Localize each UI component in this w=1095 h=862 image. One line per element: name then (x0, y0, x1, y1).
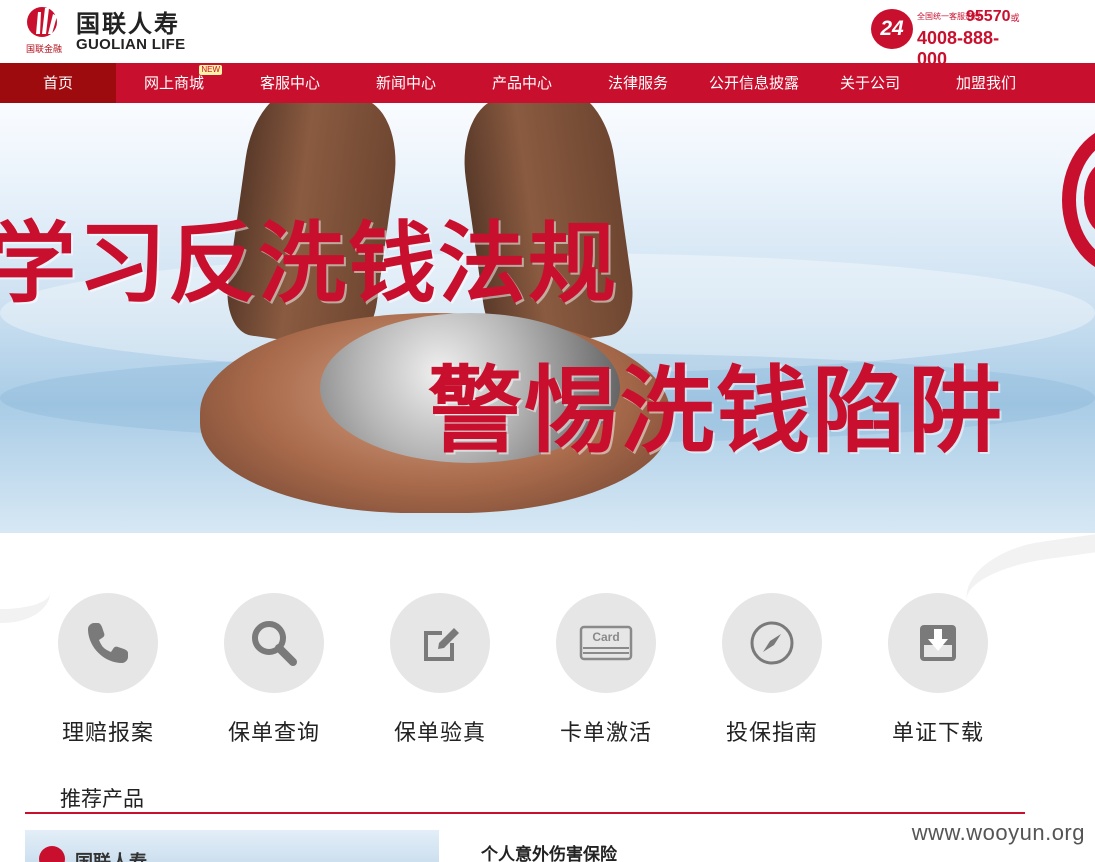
svg-text:Card: Card (592, 630, 619, 644)
banner-subheadline: 警惕洗钱陷阱 (428, 357, 1005, 466)
nav-item-news[interactable]: 新闻中心 (348, 63, 464, 103)
product-thumbnail[interactable]: 国联人寿 (25, 830, 439, 862)
service-label: 理赔报案 (61, 721, 154, 746)
nav-item-customer-service[interactable]: 客服中心 (232, 63, 348, 103)
nav-item-products[interactable]: 产品中心 (464, 63, 580, 103)
nav-item-online-mall[interactable]: 网上商城 NEW (116, 63, 232, 103)
product-name-link[interactable]: 个人意外伤害保险 (481, 840, 617, 862)
logo-mark-icon (27, 7, 57, 37)
nav-item-about[interactable]: 关于公司 (812, 63, 928, 103)
service-policy-verify[interactable]: 保单验真 (375, 593, 505, 747)
nav-item-legal[interactable]: 法律服务 (580, 63, 696, 103)
service-label: 单证下载 (891, 721, 984, 746)
service-circle (58, 593, 158, 693)
new-badge: NEW (199, 65, 222, 75)
service-label: 保单验真 (393, 721, 486, 746)
service-circle (888, 593, 988, 693)
main-nav: 首页 网上商城 NEW 客服中心 新闻中心 产品中心 法律服务 公开信息披露 关于… (0, 63, 1095, 103)
service-card-activate[interactable]: Card 卡单激活 (541, 593, 671, 747)
logo-mark-icon (39, 846, 65, 862)
thumbnail-brand-text: 国联人寿 (75, 848, 147, 862)
service-label: 投保指南 (725, 721, 818, 746)
site-header: 国联人寿 GUOLIAN LIFE 国联金融 24 全国统一客服热线 95570… (0, 0, 1095, 69)
recommended-title: 推荐产品 (60, 787, 144, 811)
service-policy-query[interactable]: 保单查询 (209, 593, 339, 747)
nav-item-join[interactable]: 加盟我们 (928, 63, 1044, 103)
service-document-download[interactable]: 单证下载 (873, 593, 1003, 747)
service-circle (224, 593, 324, 693)
service-insurance-guide[interactable]: 投保指南 (707, 593, 837, 747)
service-label: 卡单激活 (559, 721, 652, 746)
download-icon (920, 625, 956, 661)
nav-item-home[interactable]: 首页 (0, 63, 116, 103)
logo-chinese-name: 国联人寿 (76, 9, 180, 38)
guolian-logo[interactable]: 国联人寿 GUOLIAN LIFE 国联金融 (26, 4, 196, 56)
banner-headline: 学习反洗钱法规 (0, 212, 619, 315)
service-circle (722, 593, 822, 693)
service-circle: Card (556, 593, 656, 693)
service-claim-report[interactable]: 理赔报案 (43, 593, 173, 747)
customer-hotline: 24 全国统一客服热线 95570或 4008-888-000 (871, 8, 1027, 69)
search-icon (252, 621, 297, 666)
edit-icon (424, 628, 459, 661)
quick-services: 理赔报案 保单查询 保单验真 Card 卡单激活 投保指南 单证下载 (0, 533, 1095, 758)
nav-item-disclosure[interactable]: 公开信息披露 (696, 63, 812, 103)
section-divider (25, 812, 1025, 814)
service-label: 保单查询 (227, 721, 320, 746)
hero-banner[interactable]: 学习反洗钱法规 警惕洗钱陷阱 (0, 103, 1095, 533)
logo-english-name: GUOLIAN LIFE (76, 36, 186, 53)
card-icon: Card (579, 625, 633, 661)
logo-subtitle: 国联金融 (26, 45, 63, 55)
service-circle (390, 593, 490, 693)
phone-icon (88, 623, 128, 663)
hotline-primary-number: 95570或 (966, 8, 1020, 25)
compass-icon (750, 621, 794, 665)
watermark: www.wooyun.org (911, 820, 1085, 845)
24h-badge-icon: 24 (871, 9, 913, 49)
